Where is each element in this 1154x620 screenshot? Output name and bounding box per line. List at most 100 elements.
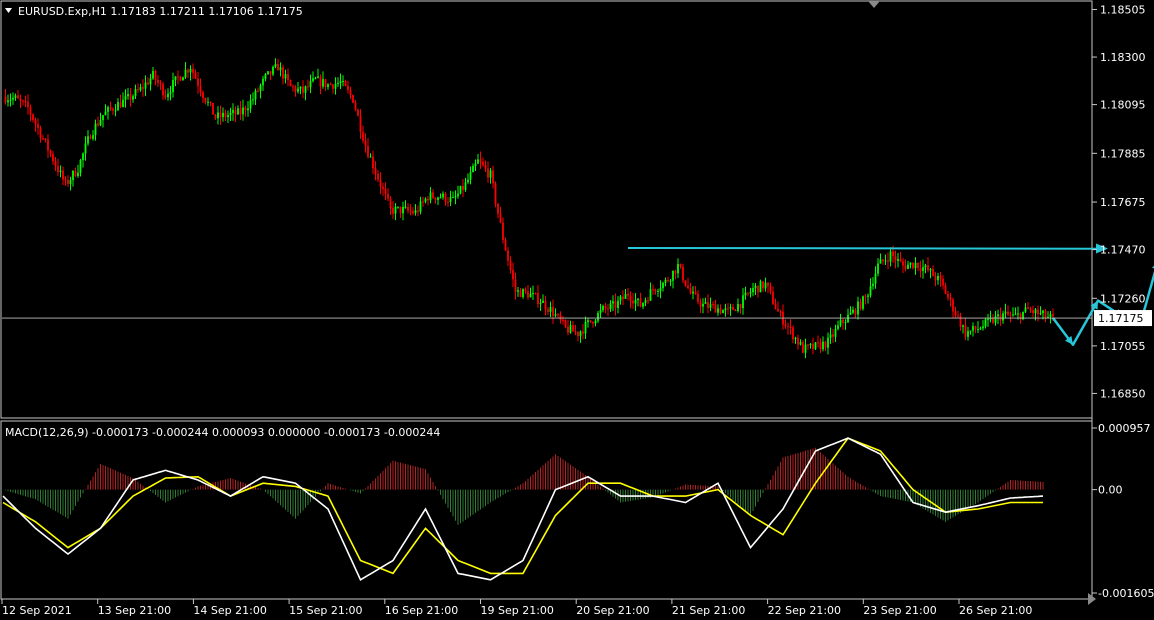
candle-body (417, 210, 419, 212)
candle-body (192, 69, 194, 73)
candle-body (352, 95, 354, 103)
candle-body (429, 192, 432, 201)
candle-body (544, 300, 547, 310)
candle-body (1017, 313, 1019, 315)
candle-body (444, 193, 447, 203)
candle-body (107, 107, 109, 112)
candle-body (784, 324, 787, 326)
candle-body (837, 325, 839, 329)
time-tick-label: 20 Sep 21:00 (576, 604, 649, 617)
time-tick-label: 12 Sep 2021 (2, 604, 72, 617)
candle-body (539, 302, 542, 305)
candle-body (484, 165, 487, 169)
candle-body (392, 207, 394, 214)
candle-body (849, 312, 852, 315)
candle-body (124, 96, 127, 100)
candle-body (222, 112, 224, 118)
candle-body (567, 326, 569, 333)
candle-body (947, 293, 949, 298)
candle-body (714, 304, 717, 313)
symbol-info: EURUSD.Exp,H1 1.17183 1.17211 1.17106 1.… (18, 5, 303, 18)
candle-body (774, 304, 777, 309)
candle-body (882, 259, 884, 261)
candle-body (514, 279, 517, 292)
candle-body (864, 296, 867, 298)
candle-body (1009, 314, 1012, 316)
candle-body (767, 282, 769, 287)
candle-body (734, 309, 737, 312)
candle-body (549, 307, 552, 312)
candle-body (932, 269, 934, 277)
resistance-line[interactable] (627, 246, 1107, 250)
candle-body (442, 193, 444, 198)
candle-body (142, 87, 144, 89)
candle-body (999, 314, 1002, 321)
candle-body (644, 300, 647, 303)
candle-body (547, 309, 549, 312)
candle-body (322, 79, 324, 87)
candle-body (182, 77, 184, 81)
candle-body (397, 206, 399, 208)
time-tick-label: 21 Sep 21:00 (672, 604, 745, 617)
candle-body (667, 279, 669, 281)
candle-body (59, 170, 62, 173)
candle-body (602, 306, 604, 310)
candle-body (907, 264, 909, 269)
candle-body (887, 260, 889, 262)
candle-body (744, 292, 747, 296)
candle-body (1037, 309, 1039, 315)
candle-body (507, 250, 509, 261)
candle-body (689, 288, 692, 294)
candle-body (44, 138, 47, 140)
candle-body (827, 337, 829, 348)
candle-body (742, 295, 744, 309)
candle-body (859, 301, 862, 309)
candle-body (374, 168, 377, 174)
candle-body (494, 183, 497, 204)
candle-body (497, 203, 499, 214)
candle-body (119, 102, 122, 108)
candle-body (284, 74, 287, 79)
time-tick-label: 23 Sep 21:00 (863, 604, 936, 617)
candle-body (79, 160, 82, 173)
candle-body (639, 298, 642, 307)
candle-body (687, 285, 689, 289)
candle-body (564, 320, 567, 327)
candle-body (487, 168, 489, 178)
candle-body (1004, 311, 1007, 314)
candle-body (474, 163, 477, 167)
candle-body (412, 211, 414, 214)
candle-body (844, 322, 847, 324)
candle-body (362, 131, 364, 141)
candle-body (894, 256, 897, 261)
candle-body (622, 296, 624, 299)
time-tick-label: 22 Sep 21:00 (768, 604, 841, 617)
time-tick-label: 16 Sep 21:00 (385, 604, 458, 617)
candle-body (704, 302, 707, 304)
candle-body (152, 70, 154, 79)
candle-body (407, 206, 409, 211)
candle-body (364, 140, 367, 147)
candle-body (824, 341, 827, 348)
candle-body (597, 312, 599, 321)
candle-body (317, 76, 319, 78)
candle-body (104, 111, 107, 116)
candle-body (212, 102, 214, 115)
candle-body (354, 102, 357, 110)
candle-body (334, 83, 337, 89)
candle-body (384, 188, 387, 194)
candle-body (909, 262, 912, 265)
candle-body (162, 84, 164, 96)
candle-body (454, 196, 457, 198)
candle-body (904, 265, 907, 269)
candle-body (637, 298, 639, 301)
candle-body (807, 344, 809, 346)
candle-body (922, 267, 924, 271)
candle-body (537, 293, 539, 305)
candle-body (339, 81, 342, 83)
candle-body (924, 265, 927, 268)
candle-body (1012, 314, 1014, 316)
candle-body (1052, 314, 1054, 317)
candle-body (842, 319, 844, 323)
candle-body (22, 100, 24, 102)
